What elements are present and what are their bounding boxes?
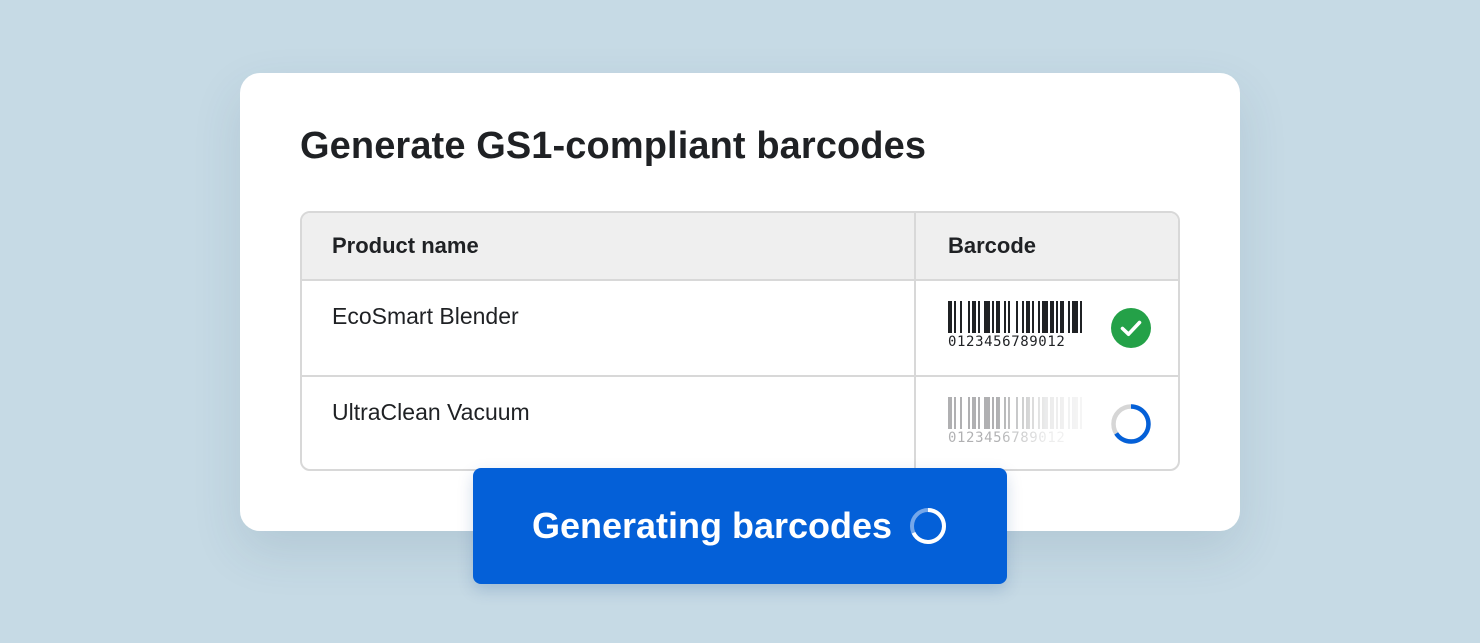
spinner-icon: [1110, 403, 1152, 445]
barcode-bar: [1016, 397, 1018, 429]
column-header-barcode: Barcode: [916, 213, 1178, 279]
table-row[interactable]: UltraClean Vacuum 0123456789012: [302, 377, 1178, 469]
barcode-bar: [1032, 397, 1034, 429]
barcode-bar: [992, 397, 994, 429]
table-header-row: Product name Barcode: [302, 213, 1178, 281]
check-circle-icon: [1110, 307, 1152, 349]
barcode-bar: [1072, 397, 1078, 429]
card-title: Generate GS1-compliant barcodes: [300, 125, 927, 167]
barcode-bar: [996, 301, 1000, 333]
barcode-digits: 0123456789012: [948, 334, 1066, 350]
column-header-product-name: Product name: [302, 213, 916, 279]
barcode-bar: [1042, 397, 1048, 429]
barcode-bar: [1038, 397, 1040, 429]
barcode-bar: [1060, 397, 1064, 429]
barcode-bar: [984, 397, 990, 429]
generating-barcodes-label: Generating barcodes: [531, 505, 893, 546]
barcode-cell: 0123456789012: [916, 281, 1178, 375]
column-header-label: Product name: [332, 233, 479, 258]
barcode-bar: [1022, 397, 1024, 429]
barcode-bar: [1004, 397, 1006, 429]
barcode-bar: [948, 301, 952, 333]
barcode-bar: [954, 301, 956, 333]
barcode-bar: [1050, 301, 1054, 333]
barcode-bar: [1016, 301, 1018, 333]
barcode-bar: [1080, 301, 1082, 333]
barcode-bar: [1008, 397, 1010, 429]
barcode-bar: [1026, 397, 1030, 429]
products-table: Product name Barcode EcoSmart Blender 01…: [300, 211, 1180, 471]
barcode-bar: [968, 301, 970, 333]
barcode-bar: [992, 301, 994, 333]
spinner-icon: [908, 506, 948, 546]
product-name-cell: EcoSmart Blender: [302, 281, 916, 375]
barcode-bar: [972, 301, 976, 333]
barcode-bar: [1032, 301, 1034, 333]
barcode-bar: [1008, 301, 1010, 333]
barcode-generator-card: Generate GS1-compliant barcodes Product …: [240, 73, 1240, 531]
barcode-bar: [1056, 397, 1058, 429]
barcode-bar: [1080, 397, 1082, 429]
barcode-bar: [1042, 301, 1048, 333]
barcode-bar: [1004, 301, 1006, 333]
barcode-bar: [1022, 301, 1024, 333]
barcode-bar: [1068, 397, 1070, 429]
barcode-bar: [960, 397, 962, 429]
barcode-bar: [954, 397, 956, 429]
table-row[interactable]: EcoSmart Blender 0123456789012: [302, 281, 1178, 377]
barcode-digits: 0123456789012: [948, 430, 1066, 446]
column-header-label: Barcode: [948, 233, 1037, 258]
barcode-bar: [984, 301, 990, 333]
barcode-bar: [1026, 301, 1030, 333]
barcode-bar: [972, 397, 976, 429]
barcode-bar: [960, 301, 962, 333]
barcode-bar: [1056, 301, 1058, 333]
generating-barcodes-button[interactable]: Generating barcodes: [473, 468, 1007, 584]
barcode-bar: [968, 397, 970, 429]
barcode-bars: [948, 301, 1082, 333]
barcode-bars: [948, 397, 1082, 429]
product-name-cell: UltraClean Vacuum: [302, 377, 916, 469]
barcode-bar: [996, 397, 1000, 429]
barcode-pending: 0123456789012: [948, 397, 1088, 446]
product-name: EcoSmart Blender: [332, 303, 519, 329]
barcode-bar: [948, 397, 952, 429]
barcode: 0123456789012: [948, 301, 1088, 350]
product-name: UltraClean Vacuum: [332, 399, 530, 425]
barcode-bar: [1068, 301, 1070, 333]
barcode-bar: [1060, 301, 1064, 333]
barcode-bar: [978, 301, 980, 333]
barcode-bar: [1050, 397, 1054, 429]
barcode-bar: [1072, 301, 1078, 333]
barcode-cell: 0123456789012: [916, 377, 1178, 469]
barcode-bar: [978, 397, 980, 429]
barcode-bar: [1038, 301, 1040, 333]
